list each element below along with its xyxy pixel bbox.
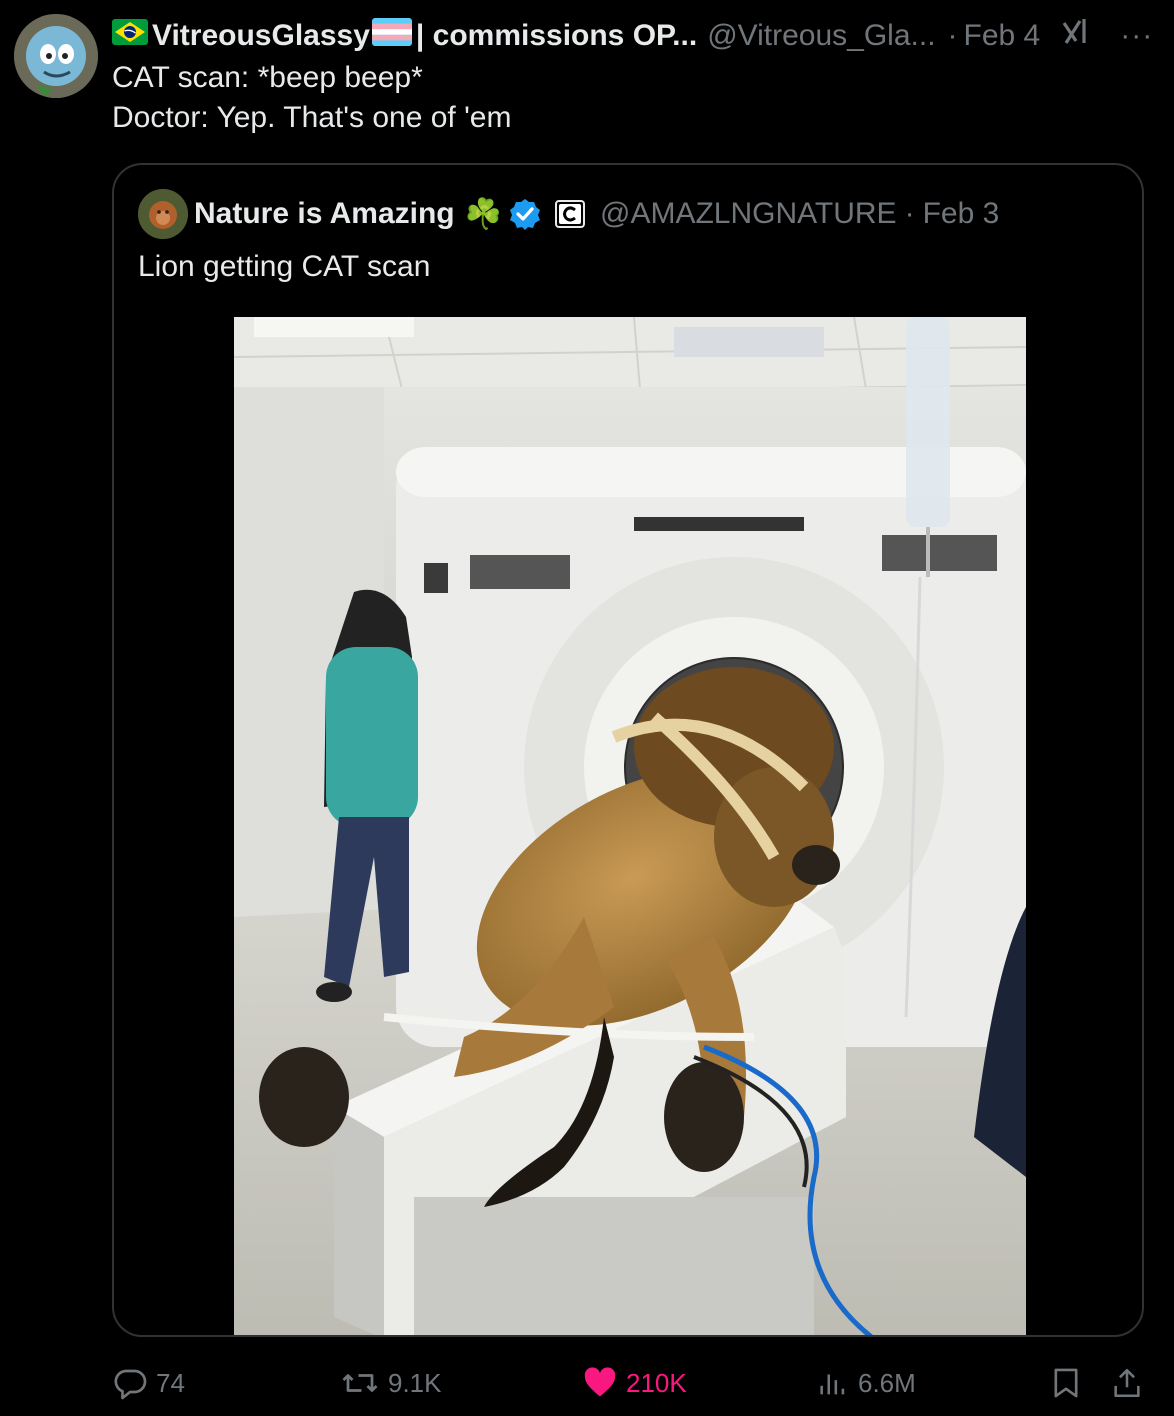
repost-icon xyxy=(342,1374,378,1392)
action-bar: 74 9.1K 210K 6.6M xyxy=(112,1358,1152,1408)
reply-icon xyxy=(114,1369,147,1400)
author-name-suffix: | commissions OP... xyxy=(415,19,698,52)
heart-icon xyxy=(584,1367,616,1397)
separator-dot: · xyxy=(947,19,958,52)
author-display-name[interactable]: VitreousGlassy | commissions OP... xyxy=(112,18,697,54)
like-count: 210K xyxy=(626,1367,687,1398)
reply-count: 74 xyxy=(156,1367,185,1398)
verified-badge-icon xyxy=(508,197,542,231)
tweet-text: CAT scan: *beep beep* Doctor: Yep. That'… xyxy=(112,58,511,138)
trans-flag-icon xyxy=(371,18,412,54)
tweet-header: VitreousGlassy | commissions OP... @Vitr… xyxy=(112,14,1160,58)
bookmark-icon xyxy=(1054,1368,1078,1398)
reply-button[interactable]: 74 xyxy=(112,1358,185,1408)
view-count: 6.6M xyxy=(858,1367,916,1398)
views-button[interactable]: 6.6M xyxy=(816,1358,916,1408)
affiliate-badge-icon[interactable] xyxy=(554,198,586,230)
tweet-date[interactable]: Feb 4 xyxy=(964,19,1041,53)
quoted-tweet-photo[interactable] xyxy=(234,317,1026,1335)
quoted-author-handle[interactable]: @AMAZLNGNATURE xyxy=(600,197,897,231)
like-button[interactable]: 210K xyxy=(582,1358,687,1408)
grok-icon[interactable] xyxy=(1058,15,1092,57)
quoted-tweet-date[interactable]: Feb 3 xyxy=(923,197,1000,231)
quoted-tweet-header: Nature is Amazing ☘️ @AMAZLNGNATURE · Fe… xyxy=(194,191,999,237)
tweet-text-line: CAT scan: *beep beep* xyxy=(112,61,423,94)
quoted-author-avatar[interactable] xyxy=(138,189,188,239)
quoted-author-name[interactable]: Nature is Amazing xyxy=(194,197,455,231)
more-options-icon[interactable]: ··· xyxy=(1120,19,1153,53)
author-handle[interactable]: @Vitreous_Gla... xyxy=(707,19,935,53)
tweet-text-line: Doctor: Yep. That's one of 'em xyxy=(112,101,512,134)
share-button[interactable] xyxy=(1110,1358,1152,1408)
repost-count: 9.1K xyxy=(388,1367,442,1398)
brazil-flag-icon xyxy=(112,19,148,53)
quoted-tweet-text: Lion getting CAT scan xyxy=(138,250,431,283)
shamrock-icon: ☘️ xyxy=(464,197,502,231)
separator-dot: · xyxy=(904,197,915,230)
quoted-tweet[interactable]: Nature is Amazing ☘️ @AMAZLNGNATURE · Fe… xyxy=(112,163,1144,1337)
share-icon xyxy=(1114,1368,1140,1398)
repost-button[interactable]: 9.1K xyxy=(340,1358,442,1408)
author-avatar[interactable] xyxy=(14,14,98,98)
author-name-text: VitreousGlassy xyxy=(152,19,370,52)
bookmark-button[interactable] xyxy=(1050,1358,1090,1408)
views-icon xyxy=(820,1374,845,1395)
